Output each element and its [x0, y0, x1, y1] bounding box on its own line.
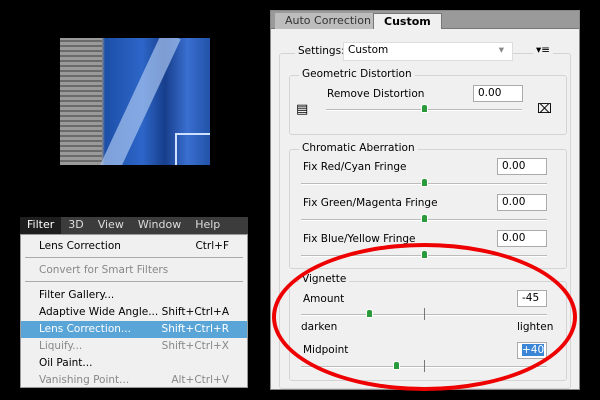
slider-thumb[interactable] [421, 104, 428, 113]
settings-label: Settings: [295, 45, 348, 57]
pincushion-icon: ▤ [296, 102, 309, 117]
menu-item[interactable]: Filter Gallery... [21, 287, 247, 304]
menu-item-label: Vanishing Point... [39, 374, 130, 386]
menu-item-shortcut: Alt+Ctrl+V [171, 374, 229, 386]
tab-custom[interactable]: Custom [373, 13, 442, 29]
menu-item[interactable]: Oil Paint... [21, 355, 247, 372]
menu-item-shortcut: Shift+Ctrl+R [161, 323, 229, 335]
menu-item-label: Lens Correction [39, 240, 121, 252]
menu-item[interactable]: Adaptive Wide Angle... Shift+Ctrl+A [21, 304, 247, 321]
fringe-input[interactable]: 0.00 [497, 158, 547, 175]
menu-item-label: Convert for Smart Filters [39, 264, 169, 276]
menu-item-shortcut: Ctrl+F [195, 240, 229, 252]
menu-item[interactable]: Lens Correction... Shift+Ctrl+R [21, 321, 247, 338]
tab-bar: Auto Correction Custom [271, 11, 579, 29]
chevron-down-icon: ▾ [498, 44, 504, 56]
menu-bar: Filter 3D View Window Help [20, 217, 248, 234]
red-annotation-ellipse [272, 243, 577, 391]
menu-item[interactable]: Lens Correction Ctrl+F [21, 238, 247, 255]
tab-auto-correction[interactable]: Auto Correction [275, 13, 381, 29]
fringe-input[interactable]: 0.00 [497, 230, 547, 247]
geometric-group [289, 75, 567, 135]
menu-3d[interactable]: 3D [61, 217, 90, 234]
slider-thumb[interactable] [421, 214, 428, 223]
menu-item-label: Liquify... [39, 340, 83, 352]
fringe-input[interactable]: 0.00 [497, 194, 547, 211]
menu-item-label: Adaptive Wide Angle... [39, 306, 159, 318]
menu-item-label: Filter Gallery... [39, 289, 115, 301]
fringe-label: Fix Red/Cyan Fringe [303, 161, 407, 173]
geometric-title: Geometric Distortion [299, 68, 415, 80]
fringe-label: Fix Green/Magenta Fringe [303, 197, 438, 209]
remove-distortion-label: Remove Distortion [327, 88, 425, 100]
menu-item[interactable]: Convert for Smart Filters [21, 262, 247, 279]
settings-dropdown[interactable]: Custom ▾ [343, 42, 513, 61]
menu-separator [25, 257, 243, 258]
fringe-slider[interactable] [301, 178, 547, 187]
settings-value: Custom [348, 44, 389, 56]
menu-view[interactable]: View [91, 217, 131, 234]
barrel-icon: ⌧ [537, 102, 552, 117]
filter-menu: Lens Correction Ctrl+F Convert for Smart F… [20, 234, 248, 388]
menu-item-shortcut: Shift+Ctrl+X [161, 340, 229, 352]
panel-menu-icon[interactable]: ▾≡ [533, 44, 554, 56]
chromatic-title: Chromatic Aberration [299, 142, 418, 154]
menu-window[interactable]: Window [131, 217, 188, 234]
remove-distortion-input[interactable]: 0.00 [473, 85, 523, 102]
menu-separator [25, 281, 243, 282]
remove-distortion-slider[interactable] [326, 104, 522, 113]
image-preview [60, 38, 210, 165]
menu-item[interactable]: Vanishing Point... Alt+Ctrl+V [21, 372, 247, 389]
menu-item-label: Lens Correction... [39, 323, 131, 335]
menu-filter[interactable]: Filter [20, 217, 62, 234]
menu-item[interactable]: Liquify... Shift+Ctrl+X [21, 338, 247, 355]
menu-item-shortcut: Shift+Ctrl+A [161, 306, 229, 318]
fringe-slider[interactable] [301, 214, 547, 223]
menu-item-label: Oil Paint... [39, 357, 93, 369]
menu-help[interactable]: Help [188, 217, 227, 234]
slider-thumb[interactable] [421, 178, 428, 187]
